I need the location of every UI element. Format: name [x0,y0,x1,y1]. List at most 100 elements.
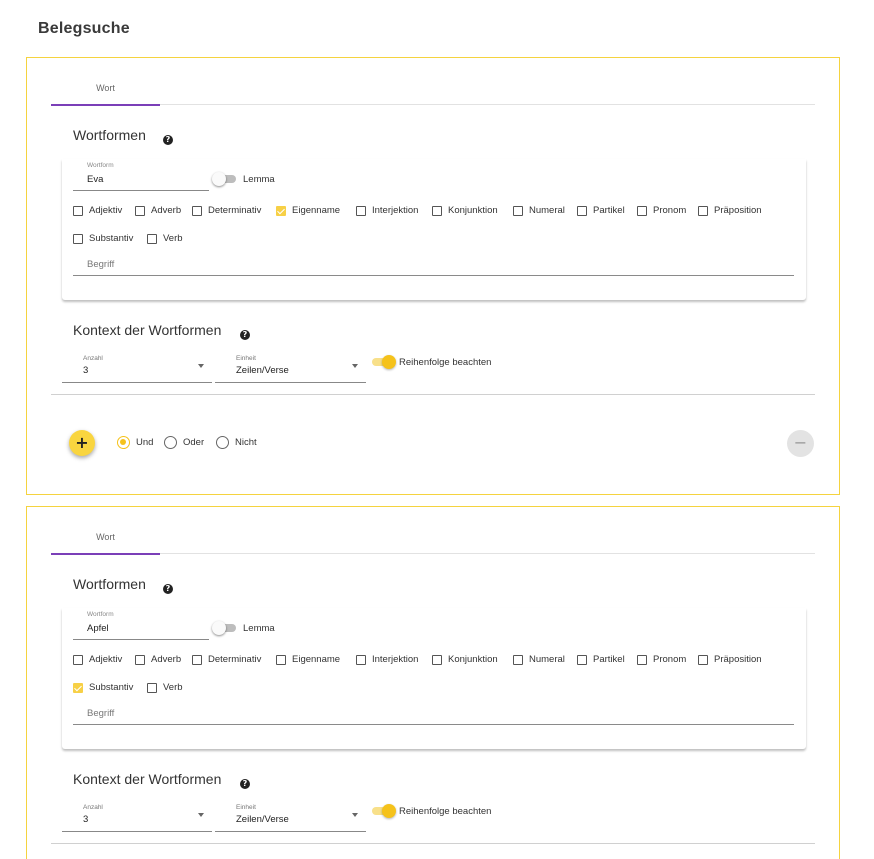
pos-checkbox-determinativ[interactable]: Determinativ [192,205,261,216]
pos-label: Adverb [151,205,182,216]
checkbox-box [135,654,145,665]
checkbox-box [73,205,83,216]
tab-wort[interactable]: Wort [51,58,160,106]
pos-label: Konjunktion [448,654,498,665]
pos-label: Präposition [714,205,762,216]
radio-circle [216,436,229,449]
begriff-placeholder: Begriff [87,708,115,719]
checkbox-box [147,233,157,244]
pos-checkbox-interjektion[interactable]: Interjektion [356,654,418,665]
checkbox-box [135,205,145,216]
pos-label: Partikel [593,654,625,665]
pos-checkbox-adverb[interactable]: Adverb [135,654,181,665]
pos-checkbox-pronom[interactable]: Pronom [637,654,686,665]
anzahl-select[interactable]: Anzahl 3 [62,355,212,383]
lemma-toggle[interactable] [212,172,238,186]
pos-checkbox-partikel[interactable]: Partikel [577,205,625,216]
pos-checkbox-konjunktion[interactable]: Konjunktion [432,205,498,216]
remove-condition-button[interactable]: − [787,430,814,457]
checkbox-box [432,205,442,216]
checkbox-box [577,205,587,216]
radio-label: Oder [183,437,205,448]
dropdown-arrow-icon [352,813,358,817]
wortform-field[interactable]: Wortform Eva [73,162,209,191]
pos-label: Interjektion [372,205,419,216]
begriff-input[interactable]: Begriff [73,705,794,725]
help-icon[interactable]: ? [240,330,250,340]
lemma-toggle[interactable] [212,621,238,635]
checkbox-box [698,205,708,216]
begriff-placeholder: Begriff [87,259,115,270]
pos-checkbox-eigenname[interactable]: Eigenname [276,205,340,216]
pos-label: Verb [163,233,183,244]
search-block-1: Wort Wortformen ? Wortform Eva Lemma Adj… [26,57,840,495]
help-icon[interactable]: ? [163,584,173,594]
pos-checkbox-adverb[interactable]: Adverb [135,205,181,216]
pos-checkbox-verb[interactable]: Verb [147,233,183,244]
pos-checkbox-eigenname[interactable]: Eigenname [276,654,340,665]
wortformen-title: Wortformen [73,127,146,143]
tab-wort[interactable]: Wort [51,507,160,555]
pos-label: Verb [163,682,183,693]
radio-label: Und [136,437,154,448]
wortform-field[interactable]: Wortform Apfel [73,611,209,640]
dropdown-arrow-icon [198,813,204,817]
tab-wort-label: Wort [96,532,115,542]
begriff-input[interactable]: Begriff [73,256,794,276]
pos-checkbox-praeposition[interactable]: Präposition [698,205,762,216]
help-icon[interactable]: ? [163,135,173,145]
add-condition-button[interactable]: + [69,430,95,456]
reihenfolge-toggle[interactable] [370,804,396,818]
wortformen-card: Wortform Eva Lemma Adjektiv Adverb Deter… [62,159,806,300]
help-icon[interactable]: ? [240,779,250,789]
pos-checkbox-verb[interactable]: Verb [147,682,183,693]
anzahl-label: Anzahl [83,355,103,362]
pos-label: Numeral [529,205,565,216]
pos-checkbox-partikel[interactable]: Partikel [577,654,625,665]
pos-checkbox-pronom[interactable]: Pronom [637,205,686,216]
pos-checkbox-adjektiv[interactable]: Adjektiv [73,654,122,665]
checkbox-box [192,654,202,665]
pos-label: Adjektiv [89,654,123,665]
checkbox-box [432,654,442,665]
wortform-underline [73,639,209,640]
pos-checkbox-interjektion[interactable]: Interjektion [356,205,418,216]
reihenfolge-toggle[interactable] [370,355,396,369]
einheit-select[interactable]: Einheit Zeilen/Verse [215,804,366,832]
pos-checkbox-konjunktion[interactable]: Konjunktion [432,654,498,665]
checkbox-box [73,682,83,693]
wortform-label: Wortform [87,611,114,618]
radio-label: Nicht [235,437,257,448]
checkbox-box [513,205,523,216]
pos-checkbox-praeposition[interactable]: Präposition [698,654,762,665]
radio-oder[interactable]: Oder [164,436,204,449]
page-title: Belegsuche [38,20,130,37]
wortform-value: Eva [87,174,104,185]
dropdown-arrow-icon [352,364,358,368]
anzahl-select[interactable]: Anzahl 3 [62,804,212,832]
einheit-label: Einheit [236,804,256,811]
pos-label: Adverb [151,654,182,665]
pos-checkbox-numeral[interactable]: Numeral [513,205,565,216]
lemma-label: Lemma [243,623,275,634]
pos-checkbox-substantiv[interactable]: Substantiv [73,233,133,244]
pos-checkbox-substantiv[interactable]: Substantiv [73,682,133,693]
pos-label: Eigenname [292,654,341,665]
einheit-value: Zeilen/Verse [236,814,289,825]
einheit-label: Einheit [236,355,256,362]
reihenfolge-label: Reihenfolge beachten [399,806,492,817]
radio-nicht[interactable]: Nicht [216,436,257,449]
tab-bar: Wort [51,58,815,106]
search-block-2: Wort Wortformen ? Wortform Apfel Lemma A… [26,506,840,859]
pos-checkbox-numeral[interactable]: Numeral [513,654,565,665]
pos-label: Adjektiv [89,205,123,216]
tab-wort-label: Wort [96,83,115,93]
pos-checkbox-adjektiv[interactable]: Adjektiv [73,205,122,216]
einheit-select[interactable]: Einheit Zeilen/Verse [215,355,366,383]
checkbox-box [356,654,366,665]
pos-checkbox-determinativ[interactable]: Determinativ [192,654,261,665]
pos-label: Pronom [653,205,687,216]
kontext-title: Kontext der Wortformen [73,771,222,787]
radio-und[interactable]: Und [117,436,153,449]
wortformen-card: Wortform Apfel Lemma Adjektiv Adverb Det… [62,608,806,749]
